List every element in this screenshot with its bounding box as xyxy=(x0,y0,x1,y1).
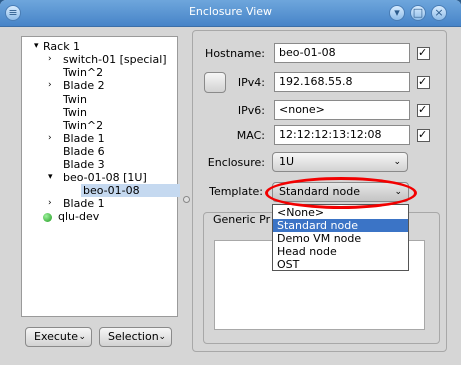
mac-checkbox[interactable]: ✓ xyxy=(417,128,430,142)
chevron-down-icon: ⌄ xyxy=(393,157,401,167)
ipv6-label: IPv6: xyxy=(237,104,265,117)
tree-item-blade-6[interactable]: Blade 6 xyxy=(63,145,105,158)
tree-item-switch-01[interactable]: switch-01 [special] xyxy=(63,53,167,66)
minimize-icon[interactable]: ▾ xyxy=(389,5,405,21)
option-standard-node[interactable]: Standard node xyxy=(273,219,408,232)
expand-blade-1-b-icon[interactable]: › xyxy=(48,198,52,208)
ipv4-checkbox[interactable]: ✓ xyxy=(417,75,430,89)
status-led-icon xyxy=(43,213,52,222)
tree-item-blade-2[interactable]: Blade 2 xyxy=(63,79,105,92)
splitter-handle[interactable] xyxy=(183,196,190,203)
option-ost[interactable]: OST xyxy=(273,258,408,271)
tree-item-beo-01-08-1u[interactable]: beo-01-08 [1U] xyxy=(63,171,147,184)
enclosure-view-window: ≡ Enclosure View ▾ □ × ▾ Rack 1 › switch… xyxy=(0,0,461,365)
mac-label: MAC: xyxy=(236,129,265,142)
hostname-field[interactable]: beo-01-08 xyxy=(274,43,410,63)
template-label: Template: xyxy=(209,185,263,198)
check-icon: ✓ xyxy=(418,46,428,59)
expand-blade-2-icon[interactable]: › xyxy=(48,80,52,90)
chevron-down-icon: ⌄ xyxy=(158,332,166,342)
ipv6-field[interactable]: <none> xyxy=(274,100,410,120)
highlight-ellipse xyxy=(265,177,417,209)
collapse-beo-icon[interactable]: ▾ xyxy=(48,172,53,182)
chevron-down-icon: ⌄ xyxy=(78,332,86,342)
expand-blade-1-icon[interactable]: › xyxy=(48,133,52,143)
hostname-checkbox[interactable]: ✓ xyxy=(417,46,430,60)
enclosure-label: Enclosure: xyxy=(207,156,265,169)
close-icon[interactable]: × xyxy=(431,5,447,21)
title-bar[interactable]: ≡ Enclosure View ▾ □ × xyxy=(0,0,461,27)
maximize-icon[interactable]: □ xyxy=(410,5,426,21)
selection-button[interactable]: Selection ⌄ xyxy=(99,327,172,347)
expand-rack-icon[interactable]: ▾ xyxy=(34,41,39,51)
check-icon: ✓ xyxy=(418,103,428,116)
tree-item-twin2-b[interactable]: Twin^2 xyxy=(63,119,103,132)
tree-item-blade-3[interactable]: Blade 3 xyxy=(63,158,105,171)
enclosure-select[interactable]: 1U ⌄ xyxy=(272,152,408,172)
expand-switch-icon[interactable]: › xyxy=(48,54,52,64)
tree-item-rack-1[interactable]: Rack 1 xyxy=(43,40,80,53)
hostname-label: Hostname: xyxy=(205,47,265,60)
execute-button[interactable]: Execute ⌄ xyxy=(25,327,92,347)
tree-item-blade-1-b[interactable]: Blade 1 xyxy=(63,197,105,210)
tree-item-twin-b[interactable]: Twin xyxy=(63,106,87,119)
check-icon: ✓ xyxy=(418,128,428,141)
ipv6-checkbox[interactable]: ✓ xyxy=(417,103,430,117)
tree-item-twin2-a[interactable]: Twin^2 xyxy=(63,66,103,79)
tree-item-qlu-dev[interactable]: qlu-dev xyxy=(58,210,99,223)
option-head-node[interactable]: Head node xyxy=(273,245,408,258)
enclosure-tree[interactable]: ▾ Rack 1 › switch-01 [special] Twin^2 › … xyxy=(21,36,180,317)
tree-item-twin-a[interactable]: Twin xyxy=(63,93,87,106)
tree-item-beo-01-08-selected[interactable]: beo-01-08 xyxy=(81,184,180,197)
option-demo-vm-node[interactable]: Demo VM node xyxy=(273,232,408,245)
ip-action-button[interactable] xyxy=(204,72,226,93)
group-title: Generic Pr xyxy=(211,213,273,226)
ipv4-field[interactable]: 192.168.55.8 xyxy=(274,72,410,92)
tree-item-blade-1-a[interactable]: Blade 1 xyxy=(63,132,105,145)
mac-field[interactable]: 12:12:12:13:12:08 xyxy=(274,125,410,145)
check-icon: ✓ xyxy=(418,75,428,88)
ipv4-label: IPv4: xyxy=(237,76,265,89)
template-dropdown-list[interactable]: <None> Standard node Demo VM node Head n… xyxy=(272,204,409,271)
